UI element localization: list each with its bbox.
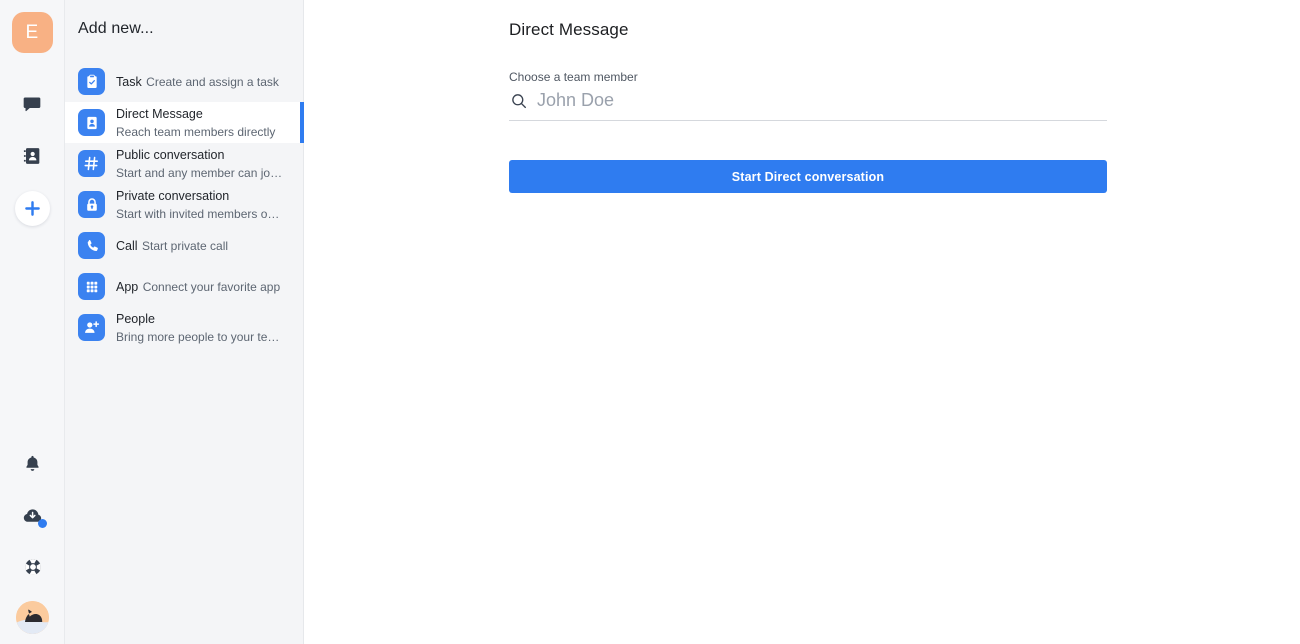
phone-icon <box>78 232 105 259</box>
list-item-title: Direct Message <box>116 106 203 121</box>
icon-rail: E <box>0 0 65 644</box>
list-item-text: Call Start private call <box>116 237 228 255</box>
list-item-title: Public conversation <box>116 147 225 162</box>
cloud-download-icon[interactable] <box>15 497 51 533</box>
list-item-text: People Bring more people to your te… <box>116 310 303 346</box>
list-item-public-conversation[interactable]: Public conversation Start and any member… <box>65 143 303 184</box>
list-item-subtitle: Create and assign a task <box>146 74 279 89</box>
chat-icon[interactable] <box>14 86 50 122</box>
add-icon[interactable] <box>14 191 50 226</box>
list-item-subtitle: Reach team members directly <box>116 124 276 139</box>
add-new-list: Task Create and assign a task Direct Mes… <box>65 61 304 348</box>
start-direct-conversation-button[interactable]: Start Direct conversation <box>509 160 1107 193</box>
person-add-icon <box>78 314 105 341</box>
list-item-text: App Connect your favorite app <box>116 278 280 296</box>
list-item-title: Private conversation <box>116 188 230 203</box>
list-item-app[interactable]: App Connect your favorite app <box>65 266 303 307</box>
list-item-call[interactable]: Call Start private call <box>65 225 303 266</box>
page-title: Direct Message <box>509 20 629 39</box>
search-icon <box>509 91 529 111</box>
hash-icon <box>78 150 105 177</box>
team-avatar[interactable]: E <box>11 12 53 53</box>
help-icon[interactable] <box>15 549 51 585</box>
lock-icon <box>78 191 105 218</box>
list-item-title: People <box>116 311 155 326</box>
search-field[interactable] <box>509 90 1107 121</box>
search-input[interactable] <box>537 90 1077 111</box>
list-item-text: Direct Message Reach team members direct… <box>116 105 303 141</box>
list-item-task[interactable]: Task Create and assign a task <box>65 61 303 102</box>
list-item-text: Private conversation Start with invited … <box>116 187 303 223</box>
list-item-title: Call <box>116 238 138 253</box>
list-item-subtitle: Connect your favorite app <box>142 279 281 294</box>
list-item-text: Task Create and assign a task <box>116 73 279 91</box>
list-item-direct-message[interactable]: Direct Message Reach team members direct… <box>65 102 304 143</box>
list-item-title: App <box>116 279 139 294</box>
search-field-label: Choose a team member <box>509 70 638 84</box>
grid-icon <box>78 273 105 300</box>
list-item-title: Task <box>116 74 142 89</box>
list-item-subtitle: Start and any member can jo… <box>116 165 283 180</box>
rail-top-group: E <box>11 0 53 226</box>
list-item-subtitle: Start with invited members o… <box>116 206 280 221</box>
direct-message-icon <box>78 109 105 136</box>
main-content: Direct Message Choose a team member Star… <box>304 0 1300 644</box>
task-icon <box>78 68 105 95</box>
app-root: E Add new... Task Create and assign a ta… <box>0 0 1300 644</box>
user-avatar[interactable] <box>16 601 49 634</box>
list-item-private-conversation[interactable]: Private conversation Start with invited … <box>65 184 303 225</box>
list-item-subtitle: Bring more people to your te… <box>116 329 280 344</box>
download-badge <box>37 519 47 528</box>
panel-title: Add new... <box>78 20 154 37</box>
list-item-people[interactable]: People Bring more people to your te… <box>65 307 303 348</box>
main-inner: Direct Message Choose a team member Star… <box>304 0 1300 193</box>
contacts-icon[interactable] <box>14 138 50 174</box>
list-item-text: Public conversation Start and any member… <box>116 146 303 182</box>
bell-icon[interactable] <box>15 445 51 481</box>
rail-bottom-group <box>0 445 65 644</box>
list-item-subtitle: Start private call <box>142 238 229 253</box>
add-new-panel: Add new... Task Create and assign a task <box>65 0 304 644</box>
